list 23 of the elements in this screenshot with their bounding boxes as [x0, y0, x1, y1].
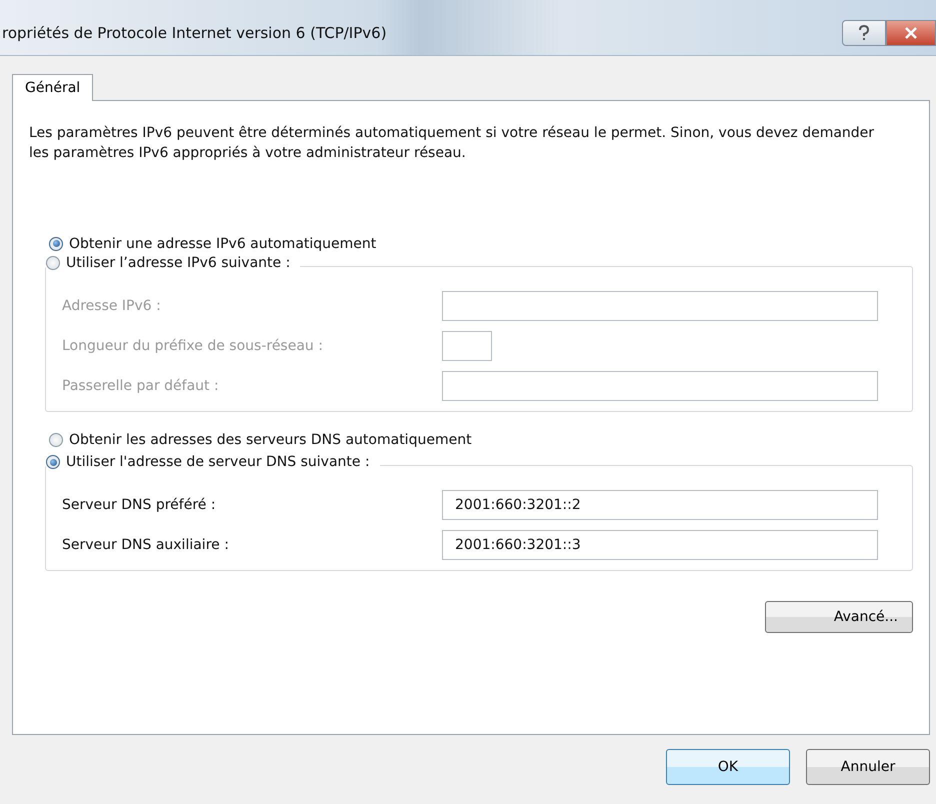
- advanced-button[interactable]: Avancé...: [765, 600, 913, 632]
- field-label: Longueur du préfixe de sous-réseau :: [62, 338, 323, 354]
- radio-option[interactable]: Utiliser l'adresse de serveur DNS suivante :: [46, 454, 380, 470]
- radio-option[interactable]: Utiliser l’adresse IPv6 suivante :: [46, 254, 300, 270]
- input-field[interactable]: 2001:660:3201::2: [442, 490, 878, 520]
- window-title: ropriétés de Protocole Internet version 6 (TCP/IPv6): [2, 24, 387, 42]
- radio-button[interactable]: [46, 455, 60, 469]
- tab[interactable]: Général: [12, 74, 94, 101]
- radio-button[interactable]: [46, 256, 60, 270]
- radio-button[interactable]: [49, 432, 63, 446]
- close-button[interactable]: [886, 20, 936, 46]
- input-field[interactable]: 2001:660:3201::3: [442, 530, 878, 560]
- field-label: Adresse IPv6 :: [62, 298, 161, 314]
- field-label: Serveur DNS préféré :: [62, 496, 216, 512]
- help-icon: [857, 25, 871, 41]
- field-label: Serveur DNS auxiliaire :: [62, 536, 229, 552]
- description-text: Les paramètres IPv6 peuvent être déterminés automatiquement si votre réseau le permet. Sinon, vous devez demander les paramètres IPv6 appropriés à votre administrateur réseau.: [29, 124, 876, 163]
- radio-button[interactable]: [49, 236, 63, 250]
- dialog-button[interactable]: Annuler: [806, 749, 930, 785]
- close-icon: [904, 27, 918, 39]
- help-button[interactable]: [842, 20, 886, 46]
- dialog-button[interactable]: OK: [666, 749, 790, 785]
- field-label: Passerelle par défaut :: [62, 378, 219, 394]
